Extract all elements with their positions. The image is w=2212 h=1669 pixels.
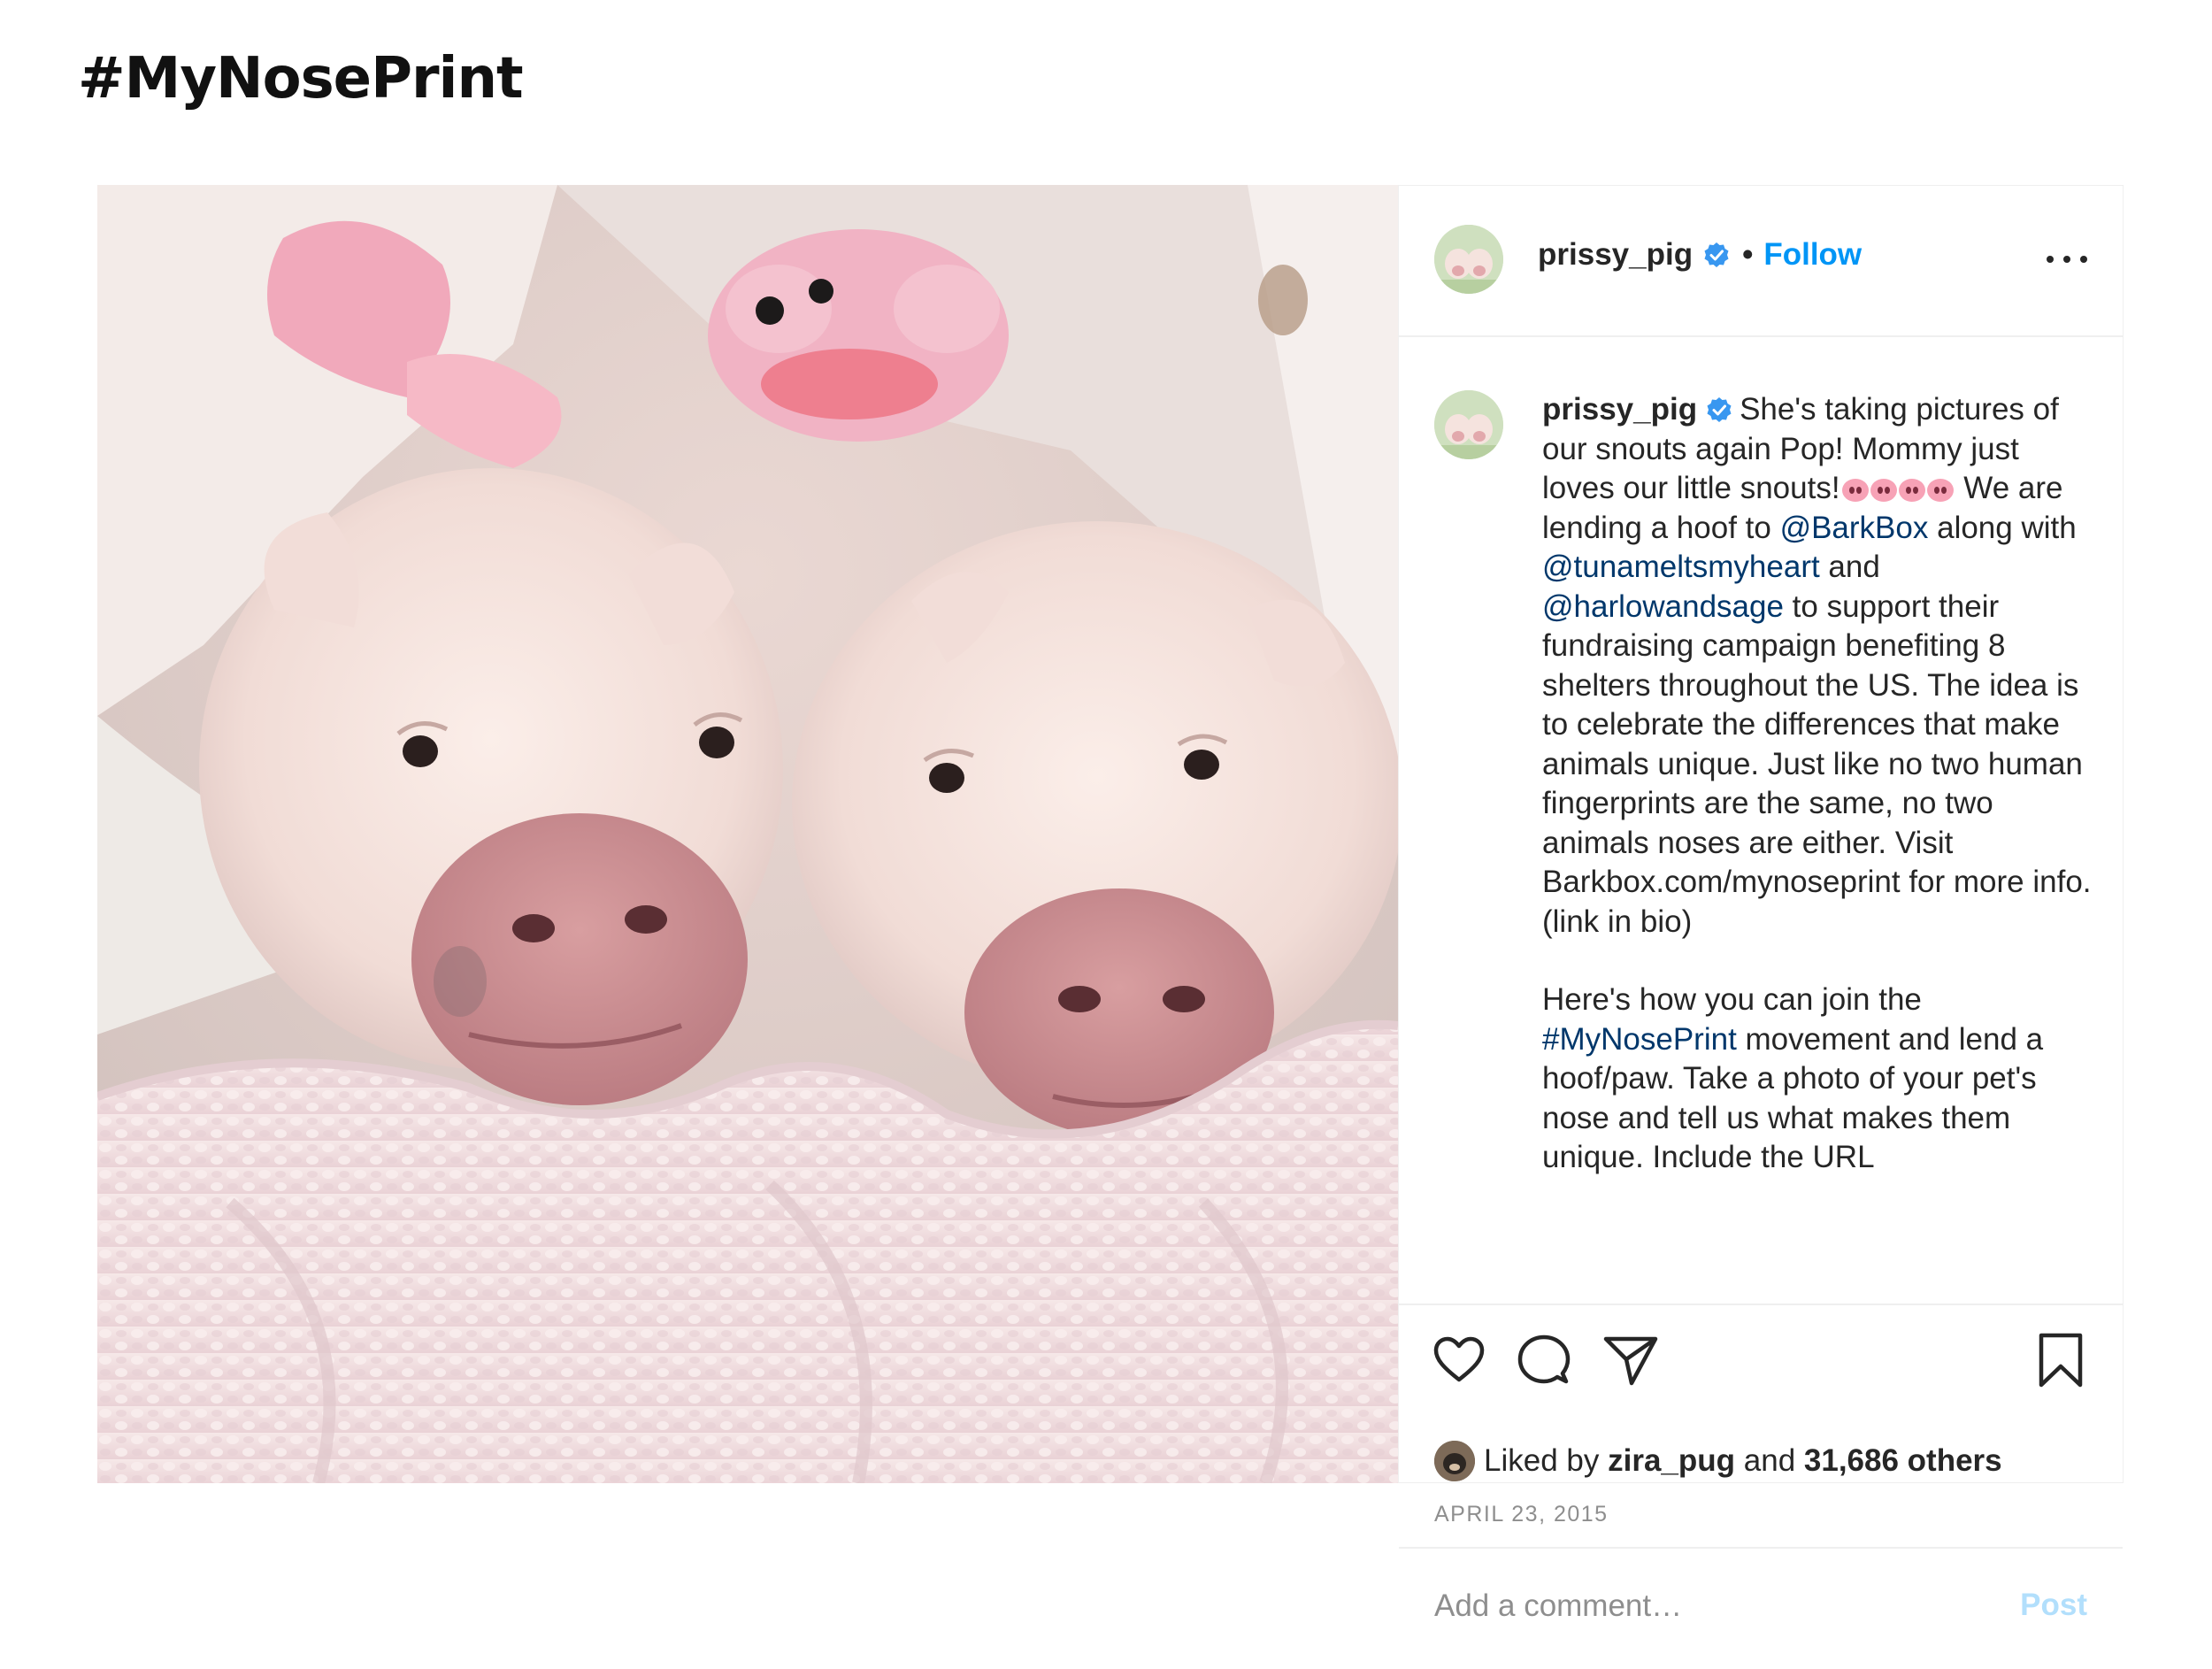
caption-text: Here's how you can join the [1542,982,1922,1017]
post-header: prissy_pig • Follow [1399,186,2123,337]
likes-count[interactable]: 31,686 others [1804,1443,2002,1479]
author-avatar[interactable] [1434,225,1503,294]
author-username[interactable]: prissy_pig [1538,237,1693,273]
hashtag-link[interactable]: #MyNosePrint [1542,1022,1737,1057]
caption-text: and [1819,550,1880,584]
liker-avatar[interactable] [1434,1441,1475,1481]
caption-username[interactable]: prissy_pig [1542,392,1697,427]
post-date[interactable]: APRIL 23, 2015 [1434,1502,1609,1527]
post-caption: prissy_pig She's taking pictures of our s… [1542,390,2095,1178]
verified-badge-icon [1704,242,1729,267]
likes-joiner: and [1743,1443,1796,1478]
likes-prefix: Liked by [1484,1443,1600,1478]
action-icons-row [1431,1332,2089,1388]
liker-username[interactable]: zira_pug [1608,1443,1735,1479]
post-comment-button[interactable]: Post [2020,1588,2087,1623]
caption-author-avatar[interactable] [1434,390,1503,459]
verified-badge-icon [1707,397,1732,422]
mention-tunameltsmyheart[interactable]: @tunameltsmyheart [1542,550,1820,584]
post-details-panel: prissy_pig • Follow prissy_pig She's tak… [1398,185,2124,1628]
heart-icon[interactable] [1431,1332,1487,1388]
more-options-icon[interactable] [2047,246,2087,273]
share-icon[interactable] [1602,1332,1659,1388]
pig-nose-emoji-icon [1841,479,1954,502]
comment-icon[interactable] [1516,1332,1572,1388]
caption-text: along with [1928,510,2077,545]
follow-button[interactable]: Follow [1763,237,1862,273]
caption-scroll-area[interactable]: prissy_pig She's taking pictures of our s… [1399,337,2123,1305]
bookmark-icon[interactable] [2032,1332,2089,1388]
mention-barkbox[interactable]: @BarkBox [1780,511,1929,545]
piglets-image [97,185,1398,1483]
header-author-row: prissy_pig • Follow [1538,237,1862,273]
page-title: #MyNosePrint [78,46,524,112]
post-photo[interactable] [97,185,1398,1483]
likes-summary: Liked by zira_pug and 31,686 others [1434,1441,2002,1481]
comment-form: Post [1399,1547,2123,1669]
instagram-post: prissy_pig • Follow prissy_pig She's tak… [97,185,2124,1628]
comment-input[interactable] [1434,1584,1983,1628]
mention-harlowandsage[interactable]: @harlowandsage [1542,589,1784,624]
caption-text: to support their fundraising campaign be… [1542,588,2092,939]
header-separator: • [1742,237,1754,272]
